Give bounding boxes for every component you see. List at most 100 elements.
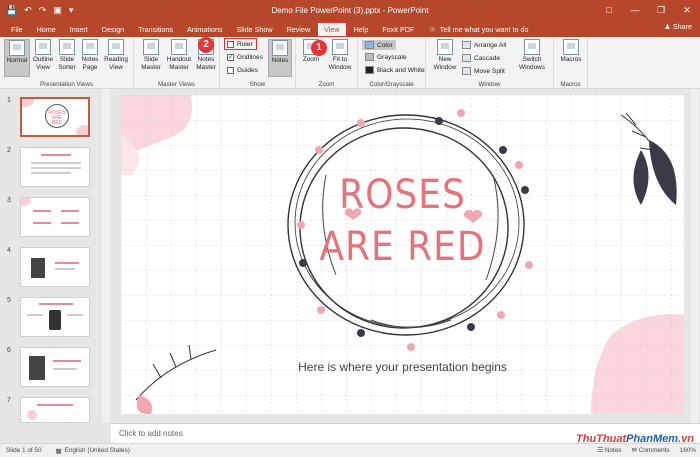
redo-icon[interactable]: ↷ <box>39 5 47 15</box>
minimize-icon[interactable]: — <box>622 0 648 20</box>
bw-swatch-icon <box>365 66 374 74</box>
window-title: Demo File PowerPoint (3).pptx - PowerPoi… <box>271 5 429 15</box>
thumbnail-item[interactable]: 6 <box>0 347 110 397</box>
tell-me-box[interactable]: ☉ Tell me what you want to do <box>429 22 528 37</box>
slide-editor: ROSES ARE RED Here is where your present… <box>111 89 691 423</box>
slide-thumbnail[interactable]: ROSES ARE RED <box>20 97 90 137</box>
step-badge-2: 2 <box>198 37 214 53</box>
ribbon: Normal Outline View Slide Sorter Notes P… <box>0 37 700 89</box>
macros-icon <box>563 39 579 55</box>
slide-thumbnail[interactable] <box>20 197 90 237</box>
thumbnail-item[interactable]: 1 ROSES ARE RED <box>0 97 110 147</box>
notes-status-button[interactable]: ☰ Notes <box>597 446 621 454</box>
slide-thumbnail[interactable] <box>20 297 90 337</box>
ribbon-tabs: File Home Insert Design Transitions Anim… <box>0 20 700 37</box>
slide-thumbnail[interactable] <box>20 247 90 287</box>
notes-page-button[interactable]: Notes Page <box>79 39 101 71</box>
slide-title-line1[interactable]: ROSES <box>121 175 684 215</box>
maximize-icon[interactable]: ❐ <box>648 0 674 20</box>
tab-review[interactable]: Review <box>280 22 318 37</box>
slide-master-icon <box>143 39 159 55</box>
gridlines-checkbox[interactable]: ✓ Gridlines <box>227 54 263 61</box>
slide-master-button[interactable]: Slide Master <box>138 39 164 71</box>
normal-view-icon <box>9 40 25 56</box>
current-slide[interactable]: ROSES ARE RED Here is where your present… <box>121 95 684 414</box>
group-color-grayscale: Color Grayscale Black and White Color/Gr… <box>358 37 426 89</box>
color-button[interactable]: Color <box>362 40 396 50</box>
step-badge-1: 1 <box>311 40 327 56</box>
thumbnail-item[interactable]: 5 <box>0 297 110 347</box>
move-split-button[interactable]: Move Split <box>462 67 505 75</box>
thumbnail-item[interactable]: 4 <box>0 247 110 297</box>
cascade-button[interactable]: Cascade <box>462 54 500 62</box>
thumbnail-item[interactable]: 7 <box>0 397 110 447</box>
spelling-icon: ▦ <box>55 447 62 455</box>
guides-checkbox[interactable]: Guides <box>227 67 258 74</box>
thumbnail-scrollbar[interactable] <box>102 89 110 423</box>
site-watermark: ThuThuatPhanMem.vn <box>576 433 694 445</box>
editor-scrollbar[interactable] <box>691 89 699 423</box>
ribbon-display-icon[interactable]: □ <box>596 0 622 20</box>
tab-view[interactable]: View <box>317 22 347 37</box>
notes-placeholder: Click to add notes <box>119 429 183 438</box>
black-and-white-button[interactable]: Black and White <box>365 66 425 74</box>
status-controls: ☰ Notes ✉ Comments 160% <box>597 446 696 455</box>
slide-title-line2[interactable]: ARE RED <box>121 227 684 267</box>
slide-sorter-button[interactable]: Slide Sorter <box>56 39 78 71</box>
arrange-all-button[interactable]: Arrange All <box>462 41 506 49</box>
notes-page-icon <box>82 39 98 55</box>
close-icon[interactable]: ✕ <box>674 0 700 20</box>
gridlines-checkmark-icon: ✓ <box>227 54 234 61</box>
notes-toggle-button[interactable]: Notes <box>268 39 292 77</box>
start-icon[interactable]: ▣ <box>53 5 62 15</box>
group-window: New Window Arrange All Cascade Move Spli… <box>426 37 554 89</box>
tab-slide-show[interactable]: Slide Show <box>230 22 280 37</box>
tab-animations[interactable]: Animations <box>180 22 230 37</box>
reading-view-button[interactable]: Reading View <box>102 39 130 71</box>
tab-insert[interactable]: Insert <box>63 22 95 37</box>
status-bar: Slide 1 of 50 ▦ English (United States) … <box>0 443 700 457</box>
normal-view-button[interactable]: Normal <box>4 39 30 77</box>
handout-master-button[interactable]: Handout Master <box>165 39 193 71</box>
slide-subtitle[interactable]: Here is where your presentation begins <box>121 360 684 374</box>
tab-foxit-pdf[interactable]: Foxit PDF <box>375 22 421 37</box>
window-controls: □ — ❐ ✕ <box>596 0 700 20</box>
save-icon[interactable]: 💾 <box>6 5 17 15</box>
lightbulb-icon: ☉ <box>429 25 436 34</box>
language-indicator[interactable]: ▦ English (United States) <box>56 447 130 455</box>
tab-transitions[interactable]: Transitions <box>131 22 180 37</box>
new-window-button[interactable]: New Window <box>430 39 460 71</box>
slide-thumbnail[interactable] <box>20 147 90 187</box>
outline-view-button[interactable]: Outline View <box>31 39 55 71</box>
switch-windows-icon <box>524 39 540 55</box>
tab-help[interactable]: Help <box>347 22 376 37</box>
slide-thumbnail[interactable] <box>20 397 90 423</box>
new-window-icon <box>437 39 453 55</box>
macros-button[interactable]: Macros <box>558 39 584 64</box>
arrange-all-icon <box>462 41 471 49</box>
grayscale-swatch-icon <box>365 53 374 61</box>
thumbnail-item[interactable]: 2 <box>0 147 110 197</box>
tab-home[interactable]: Home <box>30 22 63 37</box>
more-icon[interactable]: ▾ <box>69 5 74 15</box>
thumbnail-item[interactable]: 3 <box>0 197 110 247</box>
ruler-highlight-box <box>224 38 257 50</box>
fit-to-window-button[interactable]: Fit to Window <box>324 39 356 71</box>
switch-windows-button[interactable]: Switch Windows <box>514 39 550 71</box>
person-icon: ♟ <box>664 22 671 31</box>
group-macros: Macros Macros <box>554 37 588 89</box>
tell-me-text: Tell me what you want to do <box>439 25 529 34</box>
tab-design[interactable]: Design <box>95 22 131 37</box>
undo-icon[interactable]: ↶ <box>24 5 32 15</box>
share-button[interactable]: ♟ Share <box>664 22 692 31</box>
guides-checkbox-box <box>227 67 234 74</box>
handout-master-icon <box>171 39 187 55</box>
tab-file[interactable]: File <box>4 22 30 37</box>
fit-to-window-icon <box>332 39 348 55</box>
cascade-icon <box>462 54 471 62</box>
title-bar: 💾 ↶ ↷ ▣ ▾ Demo File PowerPoint (3).pptx … <box>0 0 700 20</box>
grayscale-button[interactable]: Grayscale <box>365 53 407 61</box>
slide-thumbnail[interactable] <box>20 347 90 387</box>
comments-status-button[interactable]: ✉ Comments <box>632 446 670 454</box>
zoom-percentage[interactable]: 160% <box>680 447 696 454</box>
